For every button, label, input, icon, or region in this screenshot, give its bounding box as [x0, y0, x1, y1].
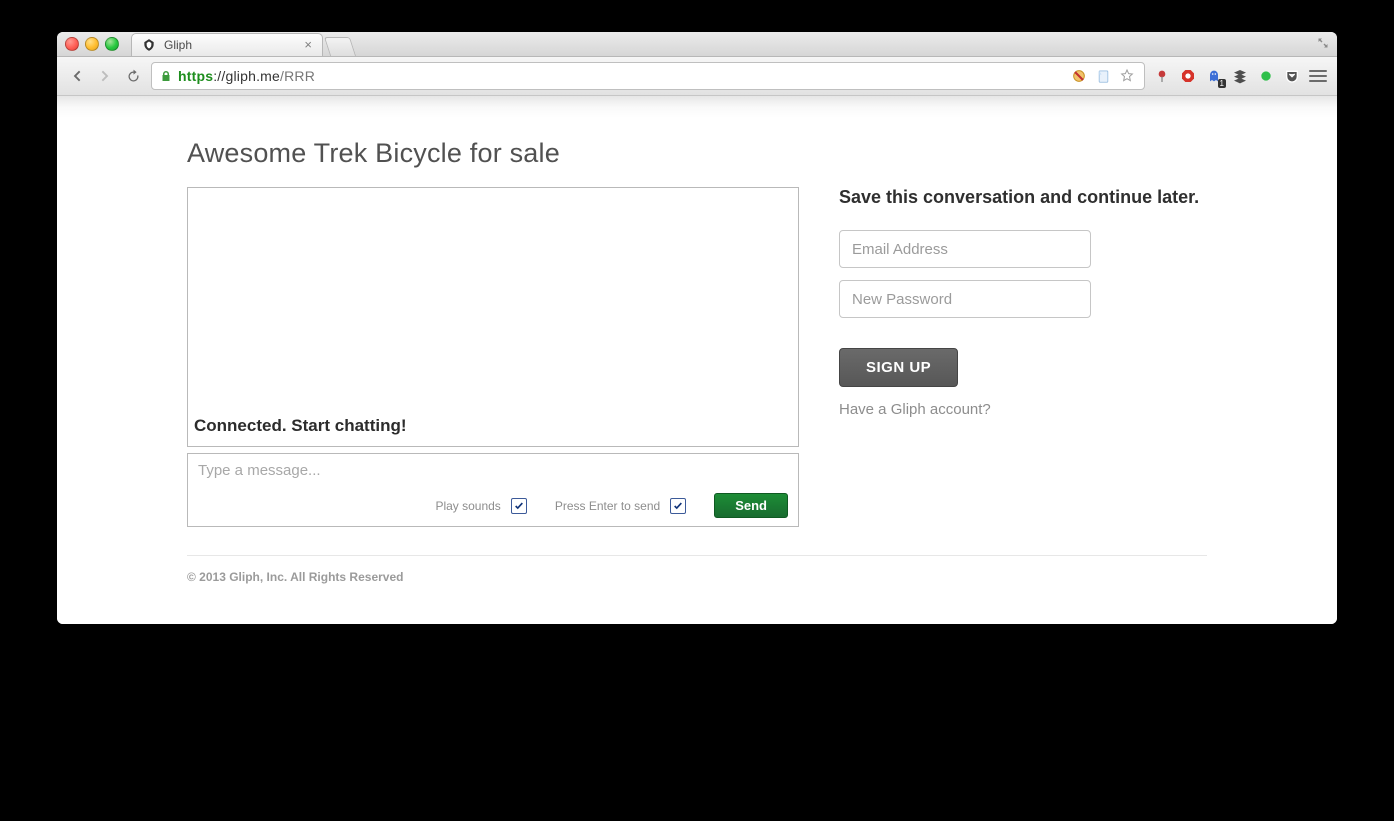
browser-menu-button[interactable]	[1309, 70, 1327, 82]
extension-buffer-icon[interactable]	[1231, 67, 1249, 85]
press-enter-checkbox[interactable]	[670, 498, 686, 514]
url-scheme: https	[178, 68, 213, 84]
password-field[interactable]	[839, 280, 1091, 318]
chat-column: Connected. Start chatting! Play sounds P…	[187, 187, 799, 527]
footer-divider	[187, 555, 1207, 556]
compose-options: Play sounds Press Enter to send Send	[188, 487, 798, 526]
toolbar-shadow	[57, 96, 1337, 118]
have-account-link[interactable]: Have a Gliph account?	[839, 401, 1207, 418]
footer-copyright: © 2013 Gliph, Inc. All Rights Reserved	[187, 570, 1207, 584]
extension-badge: 1	[1218, 79, 1226, 88]
url-text: https://gliph.me/RRR	[178, 68, 315, 84]
compose-box: Play sounds Press Enter to send Send	[187, 453, 799, 527]
signup-button[interactable]: SIGN UP	[839, 348, 958, 387]
chat-status-text: Connected. Start chatting!	[194, 416, 407, 436]
zoom-window-button[interactable]	[105, 37, 119, 51]
minimize-window-button[interactable]	[85, 37, 99, 51]
email-field[interactable]	[839, 230, 1091, 268]
signup-column: Save this conversation and continue late…	[839, 187, 1207, 418]
play-sounds-checkbox[interactable]	[511, 498, 527, 514]
url-host: ://gliph.me	[213, 68, 280, 84]
signup-heading: Save this conversation and continue late…	[839, 187, 1207, 208]
page-title: Awesome Trek Bicycle for sale	[187, 138, 1207, 169]
url-path: /RRR	[280, 68, 315, 84]
close-tab-icon[interactable]: ×	[304, 38, 312, 51]
extension-green-dot-icon[interactable]	[1257, 67, 1275, 85]
back-button[interactable]	[67, 66, 87, 86]
press-enter-label: Press Enter to send	[555, 499, 660, 513]
omnibox-actions	[1070, 67, 1136, 85]
play-sounds-label: Play sounds	[435, 499, 500, 513]
extension-ghost-icon[interactable]: 1	[1205, 67, 1223, 85]
chat-message-area: Connected. Start chatting!	[187, 187, 799, 447]
send-button[interactable]: Send	[714, 493, 788, 518]
lock-icon	[160, 69, 172, 83]
forward-button[interactable]	[95, 66, 115, 86]
page-icon[interactable]	[1094, 67, 1112, 85]
browser-window: Gliph × https://gliph.me/RRR	[57, 32, 1337, 624]
message-input[interactable]	[188, 454, 798, 487]
tab-title: Gliph	[164, 38, 192, 52]
extensions-row: 1	[1153, 67, 1327, 85]
window-controls	[65, 37, 119, 51]
address-bar[interactable]: https://gliph.me/RRR	[151, 62, 1145, 90]
titlebar: Gliph ×	[57, 32, 1337, 57]
browser-toolbar: https://gliph.me/RRR 1	[57, 57, 1337, 96]
browser-tab[interactable]: Gliph ×	[131, 33, 323, 56]
extension-red-pin-icon[interactable]	[1153, 67, 1171, 85]
reload-button[interactable]	[123, 66, 143, 86]
fullscreen-icon[interactable]	[1317, 37, 1329, 49]
new-tab-button[interactable]	[324, 37, 356, 56]
gliph-favicon-icon	[142, 38, 156, 52]
blocked-cookie-icon[interactable]	[1070, 67, 1088, 85]
tab-strip: Gliph ×	[131, 33, 353, 56]
page-body: Awesome Trek Bicycle for sale Connected.…	[57, 138, 1337, 624]
extension-adblock-icon[interactable]	[1179, 67, 1197, 85]
close-window-button[interactable]	[65, 37, 79, 51]
bookmark-star-icon[interactable]	[1118, 67, 1136, 85]
extension-pocket-icon[interactable]	[1283, 67, 1301, 85]
